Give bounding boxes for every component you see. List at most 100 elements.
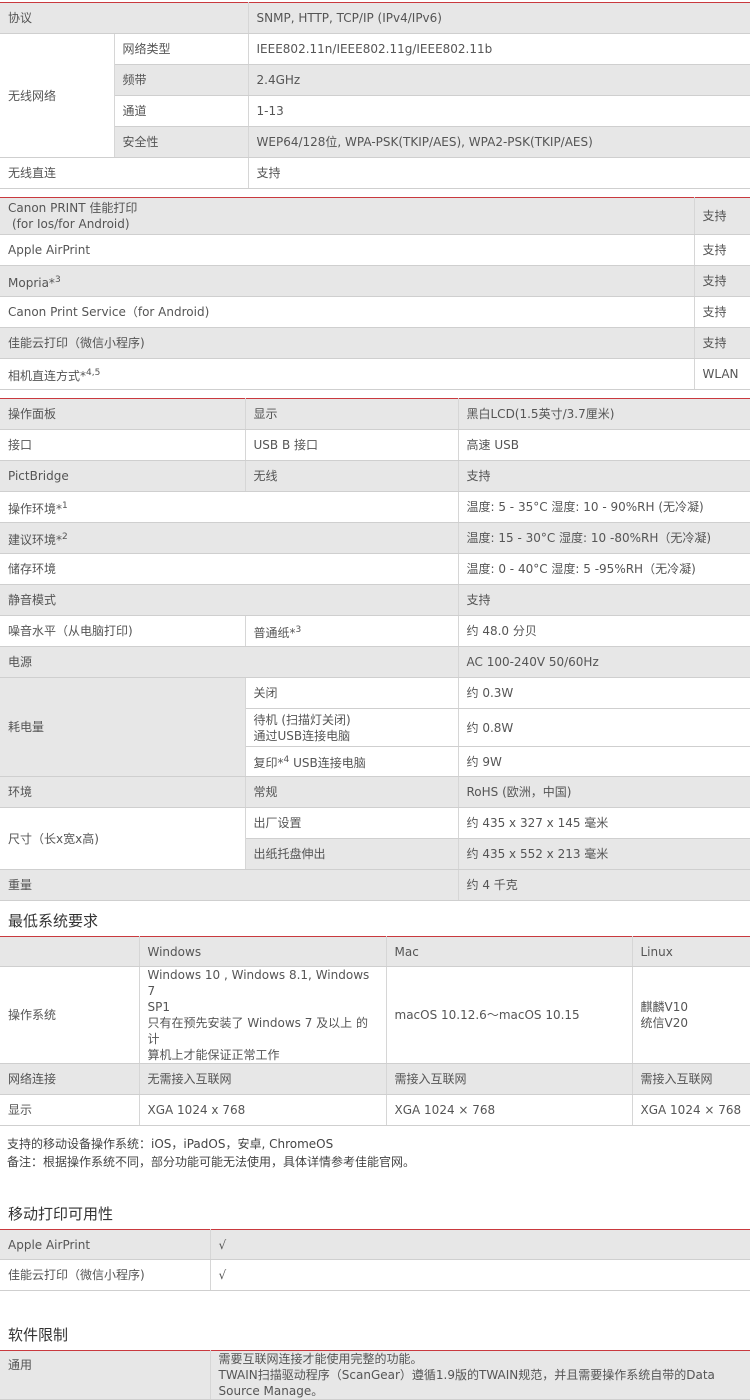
mobile-avail-table: Apple AirPrint √ 佳能云打印（微信小程序) √ — [0, 1229, 750, 1291]
pict-value: 支持 — [458, 460, 750, 492]
rec-env-value: 温度: 15 - 30°C 湿度: 10 -80%RH（无冷凝) — [458, 522, 750, 554]
pict-sub: 无线 — [245, 460, 459, 492]
panel-label: 操作面板 — [0, 398, 246, 430]
mobile-support-row: 相机直连方式*4,5 WLAN — [0, 358, 750, 390]
mobile-label-1: 佳能云打印（微信小程序) — [0, 1259, 211, 1291]
mobile-support-value: 支持 — [694, 327, 750, 359]
standby-value: 约 0.8W — [458, 708, 750, 747]
spec-table: 操作面板 显示 黑白LCD(1.5英寸/3.7厘米) 接口 USB B 接口 高… — [0, 398, 750, 901]
op-env-label: 操作环境*1 — [0, 491, 459, 523]
tray-label: 出纸托盘伸出 — [245, 838, 459, 870]
sys-header-linux: Linux — [632, 936, 750, 967]
iface-label: 接口 — [0, 429, 246, 461]
mobile-title: 移动打印可用性 — [8, 1205, 114, 1223]
env-value: RoHS (欧洲，中国) — [458, 776, 750, 808]
tray-value: 约 435 x 552 x 213 毫米 — [458, 838, 750, 870]
wireless-label: 无线网络 — [0, 33, 115, 158]
direct-label: 无线直连 — [0, 157, 249, 189]
mobile-value-1: √ — [210, 1259, 750, 1291]
noise-label: 噪音水平（从电脑打印) — [0, 615, 246, 647]
mobile-support-value: 支持 — [694, 296, 750, 328]
os-linux: 麒麟V10 统信V20 — [632, 966, 750, 1064]
copy-label: 复印*4 USB连接电脑 — [245, 746, 459, 777]
disp-label: 显示 — [0, 1094, 140, 1126]
factory-value: 约 435 x 327 x 145 毫米 — [458, 807, 750, 839]
sys-req-table: Windows Mac Linux 操作系统 Windows 10 , Wind… — [0, 936, 750, 1126]
weight-value: 约 4 千克 — [458, 869, 750, 901]
band-value: 2.4GHz — [248, 64, 750, 96]
pict-label: PictBridge — [0, 460, 246, 492]
store-value: 温度: 0 - 40°C 湿度: 5 -95%RH（无冷凝) — [458, 553, 750, 585]
net-type-label: 网络类型 — [114, 33, 249, 65]
mobile-support-row: Apple AirPrint 支持 — [0, 234, 750, 266]
mobile-value-0: √ — [210, 1229, 750, 1260]
iface-value: 高速 USB — [458, 429, 750, 461]
noise-value: 约 48.0 分贝 — [458, 615, 750, 647]
mobile-support-label: 佳能云打印（微信小程序) — [0, 327, 695, 359]
disp-linux: XGA 1024 × 768 — [632, 1094, 750, 1126]
consumption-label: 耗电量 — [0, 677, 246, 777]
mobile-support-value: 支持 — [694, 265, 750, 297]
mobile-support-label: Apple AirPrint — [0, 234, 695, 266]
net-windows: 无需接入互联网 — [139, 1063, 387, 1095]
mobile-support-row: 佳能云打印（微信小程序) 支持 — [0, 327, 750, 359]
panel-value: 黑白LCD(1.5英寸/3.7厘米) — [458, 398, 750, 430]
mobile-support-row: Canon PRINT 佳能打印 (for Ios/for Android) 支持 — [0, 197, 750, 235]
mobile-support-table: Canon PRINT 佳能打印 (for Ios/for Android) 支持 A… — [0, 197, 750, 390]
mobile-support-label: 相机直连方式*4,5 — [0, 358, 695, 390]
iface-sub: USB B 接口 — [245, 429, 459, 461]
mobile-support-value: 支持 — [694, 197, 750, 235]
mobile-support-row: Mopria*3 支持 — [0, 265, 750, 297]
security-label: 安全性 — [114, 126, 249, 158]
wireless-table: 协议 SNMP, HTTP, TCP/IP (IPv4/IPv6) 无线网络 网… — [0, 2, 750, 189]
disp-mac: XGA 1024 × 768 — [386, 1094, 633, 1126]
os-mac: macOS 10.12.6～macOS 10.15 — [386, 966, 633, 1064]
net-linux: 需接入互联网 — [632, 1063, 750, 1095]
store-label: 储存环境 — [0, 553, 459, 585]
env-sub: 常规 — [245, 776, 459, 808]
notes: 支持的移动设备操作系统：iOS，iPadOS，安卓, ChromeOS 备注：根… — [0, 1135, 750, 1171]
env-label: 环境 — [0, 776, 246, 808]
disp-windows: XGA 1024 x 768 — [139, 1094, 387, 1126]
factory-label: 出厂设置 — [245, 807, 459, 839]
sys-header-mac: Mac — [386, 936, 633, 967]
software-text: 需要互联网连接才能使用完整的功能。 TWAIN扫描驱动程序（ScanGear）遵… — [210, 1350, 750, 1400]
size-label: 尺寸（长x宽x高) — [0, 807, 246, 870]
panel-sub: 显示 — [245, 398, 459, 430]
mobile-label-0: Apple AirPrint — [0, 1229, 211, 1260]
mobile-support-value: 支持 — [694, 234, 750, 266]
copy-value: 约 9W — [458, 746, 750, 777]
net-label: 网络连接 — [0, 1063, 140, 1095]
security-value: WEP64/128位, WPA-PSK(TKIP/AES), WPA2-PSK(… — [248, 126, 750, 158]
mobile-support-label: Canon Print Service（for Android) — [0, 296, 695, 328]
direct-value: 支持 — [248, 157, 750, 189]
rec-env-label: 建议环境*2 — [0, 522, 459, 554]
mobile-support-label: Mopria*3 — [0, 265, 695, 297]
channel-label: 通道 — [114, 95, 249, 127]
power-value: AC 100-240V 50/60Hz — [458, 646, 750, 678]
mobile-support-row: Canon Print Service（for Android) 支持 — [0, 296, 750, 328]
power-label: 电源 — [0, 646, 459, 678]
channel-value: 1-13 — [248, 95, 750, 127]
notes-line1: 支持的移动设备操作系统：iOS，iPadOS，安卓, ChromeOS — [7, 1137, 334, 1151]
net-mac: 需接入互联网 — [386, 1063, 633, 1095]
mobile-support-label: Canon PRINT 佳能打印 (for Ios/for Android) — [0, 197, 695, 235]
sys-header-blank — [0, 936, 140, 967]
os-windows: Windows 10 , Windows 8.1, Windows 7 SP1 只… — [139, 966, 387, 1064]
quiet-value: 支持 — [458, 584, 750, 616]
notes-line2: 备注：根据操作系统不同，部分功能可能无法使用，具体详情参考佳能官网。 — [7, 1155, 416, 1169]
off-label: 关闭 — [245, 677, 459, 709]
sys-title: 最低系统要求 — [8, 912, 99, 930]
weight-label: 重量 — [0, 869, 459, 901]
standby-label: 待机 (扫描灯关闭) 通过USB连接电脑 — [245, 708, 459, 747]
mobile-support-value: WLAN — [694, 358, 750, 390]
band-label: 频带 — [114, 64, 249, 96]
software-label: 通用 — [0, 1350, 211, 1400]
protocol-label: 协议 — [0, 2, 249, 34]
protocol-value: SNMP, HTTP, TCP/IP (IPv4/IPv6) — [248, 2, 750, 34]
software-title: 软件限制 — [8, 1326, 69, 1344]
quiet-label: 静音模式 — [0, 584, 459, 616]
sys-header-windows: Windows — [139, 936, 387, 967]
off-value: 约 0.3W — [458, 677, 750, 709]
noise-sub: 普通纸*3 — [245, 615, 459, 647]
